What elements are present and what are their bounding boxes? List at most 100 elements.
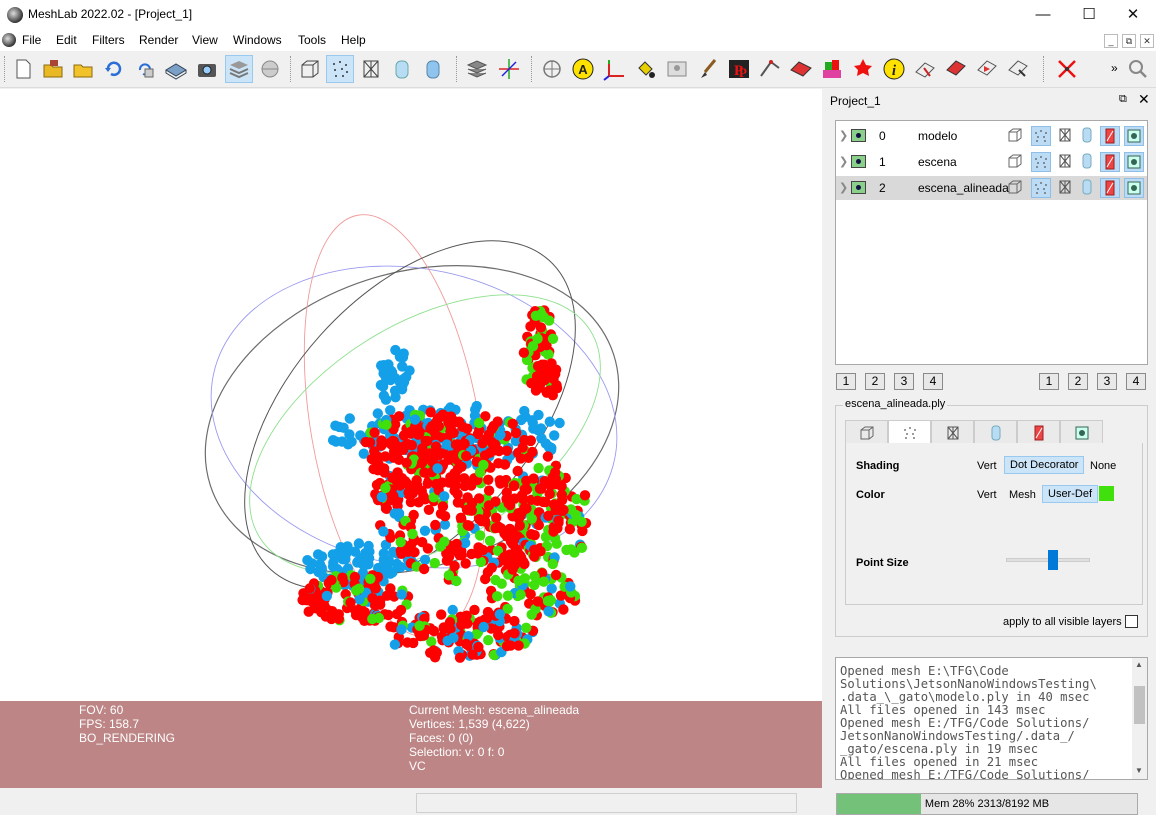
view-right-3-button[interactable]: 3 xyxy=(1097,373,1117,390)
layer-flat-icon[interactable] xyxy=(1078,152,1098,172)
flat-render-icon[interactable] xyxy=(388,55,416,83)
view-left-4-button[interactable]: 4 xyxy=(923,373,943,390)
tab-points[interactable] xyxy=(888,420,931,445)
open-project-icon[interactable] xyxy=(39,55,67,83)
menu-help[interactable]: Help xyxy=(341,33,366,47)
visibility-eye-icon[interactable] xyxy=(851,155,866,168)
layer-flat-icon[interactable] xyxy=(1078,178,1098,198)
layer-vertex-normals-icon[interactable] xyxy=(1124,178,1144,198)
point-size-slider-handle[interactable] xyxy=(1048,550,1058,570)
expand-arrow-icon[interactable]: ❯ xyxy=(839,155,848,168)
layer-points-icon[interactable] xyxy=(1031,152,1051,172)
expand-arrow-icon[interactable]: ❯ xyxy=(839,129,848,142)
wireframe-render-icon[interactable] xyxy=(357,55,385,83)
minimize-button[interactable]: — xyxy=(1020,0,1066,30)
layer-bbox-icon[interactable] xyxy=(1006,152,1026,172)
import-mesh-icon[interactable] xyxy=(69,55,97,83)
select-area-icon[interactable] xyxy=(973,55,1001,83)
view-left-2-button[interactable]: 2 xyxy=(865,373,885,390)
paint-can-icon[interactable] xyxy=(632,55,660,83)
layer-stack-icon[interactable] xyxy=(225,55,253,83)
close-button[interactable]: ✕ xyxy=(1110,0,1156,30)
visibility-eye-icon[interactable] xyxy=(851,129,866,142)
reload-all-icon[interactable] xyxy=(131,55,159,83)
scroll-up-icon[interactable]: ▲ xyxy=(1135,660,1143,669)
layer-flat-icon[interactable] xyxy=(1078,126,1098,146)
raster-icon[interactable] xyxy=(256,55,284,83)
apply-all-checkbox[interactable] xyxy=(1125,615,1138,628)
layer-wireframe-icon[interactable] xyxy=(1056,178,1076,198)
info-icon[interactable]: i xyxy=(880,55,908,83)
shading-vert-option[interactable]: Vert xyxy=(977,460,997,472)
select-arrow-icon[interactable] xyxy=(1004,55,1032,83)
pickpoints-icon[interactable]: PP xyxy=(725,55,753,83)
dock-close-button[interactable]: ✕ xyxy=(1138,91,1150,108)
colorize-icon[interactable] xyxy=(818,55,846,83)
view-right-4-button[interactable]: 4 xyxy=(1126,373,1146,390)
layer-bbox-icon[interactable] xyxy=(1006,178,1026,198)
layer-wireframe-icon[interactable] xyxy=(1056,126,1076,146)
tab-wireframe[interactable] xyxy=(931,420,974,444)
tab-flat[interactable] xyxy=(974,420,1017,444)
visibility-eye-icon[interactable] xyxy=(851,181,866,194)
view-left-1-button[interactable]: 1 xyxy=(836,373,856,390)
log-scrollbar[interactable]: ▲ ▼ xyxy=(1132,658,1147,779)
menu-render[interactable]: Render xyxy=(139,33,178,47)
shading-dot-decorator-option[interactable]: Dot Decorator xyxy=(1004,456,1085,474)
select-connected-icon[interactable] xyxy=(911,55,939,83)
shading-none-option[interactable]: None xyxy=(1090,460,1116,472)
measure-icon[interactable] xyxy=(538,55,566,83)
menu-file[interactable]: File xyxy=(22,33,41,47)
georef-icon[interactable] xyxy=(849,55,877,83)
log-window[interactable]: Opened mesh E:\TFG\Code Solutions\Jetson… xyxy=(835,657,1148,780)
color-vert-option[interactable]: Vert xyxy=(977,489,997,501)
scroll-down-icon[interactable]: ▼ xyxy=(1135,766,1143,775)
color-user-def-option[interactable]: User-Def xyxy=(1042,485,1099,503)
image-alignment-icon[interactable] xyxy=(663,55,691,83)
new-project-icon[interactable] xyxy=(9,55,37,83)
maximize-button[interactable]: ☐ xyxy=(1066,0,1112,30)
z-paint-icon[interactable] xyxy=(942,55,970,83)
layer-vertex-normals-icon[interactable] xyxy=(1124,126,1144,146)
color-swatch-button[interactable] xyxy=(1099,486,1114,501)
points-render-icon[interactable] xyxy=(326,55,354,83)
layer-points-icon[interactable] xyxy=(1031,178,1051,198)
view-right-2-button[interactable]: 2 xyxy=(1068,373,1088,390)
system-menu-icon[interactable] xyxy=(2,33,16,47)
snapshot-icon[interactable] xyxy=(193,55,221,83)
paint-brush-icon[interactable] xyxy=(694,55,722,83)
xyz-axes-icon[interactable] xyxy=(495,55,523,83)
annotate-icon[interactable]: A xyxy=(569,55,597,83)
layer-textured-icon[interactable] xyxy=(1100,126,1120,146)
menu-filters[interactable]: Filters xyxy=(92,33,125,47)
mdi-close-button[interactable]: ✕ xyxy=(1140,34,1154,48)
select-faces-icon[interactable] xyxy=(787,55,815,83)
layer-name[interactable]: escena xyxy=(918,155,957,169)
smooth-render-icon[interactable] xyxy=(419,55,447,83)
search-icon[interactable] xyxy=(1124,55,1152,83)
layer-row[interactable]: ❯ 0 modelo xyxy=(836,124,1147,148)
scrollbar-thumb[interactable] xyxy=(1134,686,1145,724)
menu-windows[interactable]: Windows xyxy=(233,33,282,47)
tab-bbox[interactable] xyxy=(845,420,888,444)
layer-wireframe-icon[interactable] xyxy=(1056,152,1076,172)
toolbar-overflow-button[interactable]: » xyxy=(1111,61,1118,75)
tab-vertex-normals[interactable] xyxy=(1060,420,1103,444)
layer-row[interactable]: ❯ 2 escena_alineada xyxy=(836,176,1147,200)
export-mesh-icon[interactable] xyxy=(162,55,190,83)
view-right-1-button[interactable]: 1 xyxy=(1039,373,1059,390)
align-layers-icon[interactable] xyxy=(463,55,491,83)
menu-view[interactable]: View xyxy=(192,33,218,47)
layer-name[interactable]: modelo xyxy=(918,129,957,143)
layer-textured-icon[interactable] xyxy=(1100,152,1120,172)
layer-vertex-normals-icon[interactable] xyxy=(1124,152,1144,172)
layer-row[interactable]: ❯ 1 escena xyxy=(836,150,1147,174)
manual-align-icon[interactable] xyxy=(756,55,784,83)
layer-points-icon[interactable] xyxy=(1031,126,1051,146)
bbox-render-icon[interactable] xyxy=(296,55,324,83)
layer-name[interactable]: escena_alineada xyxy=(918,181,1009,195)
expand-arrow-icon[interactable]: ❯ xyxy=(839,181,848,194)
color-mesh-option[interactable]: Mesh xyxy=(1009,489,1036,501)
tab-textured[interactable] xyxy=(1017,420,1060,444)
delete-selected-icon[interactable] xyxy=(1053,55,1081,83)
